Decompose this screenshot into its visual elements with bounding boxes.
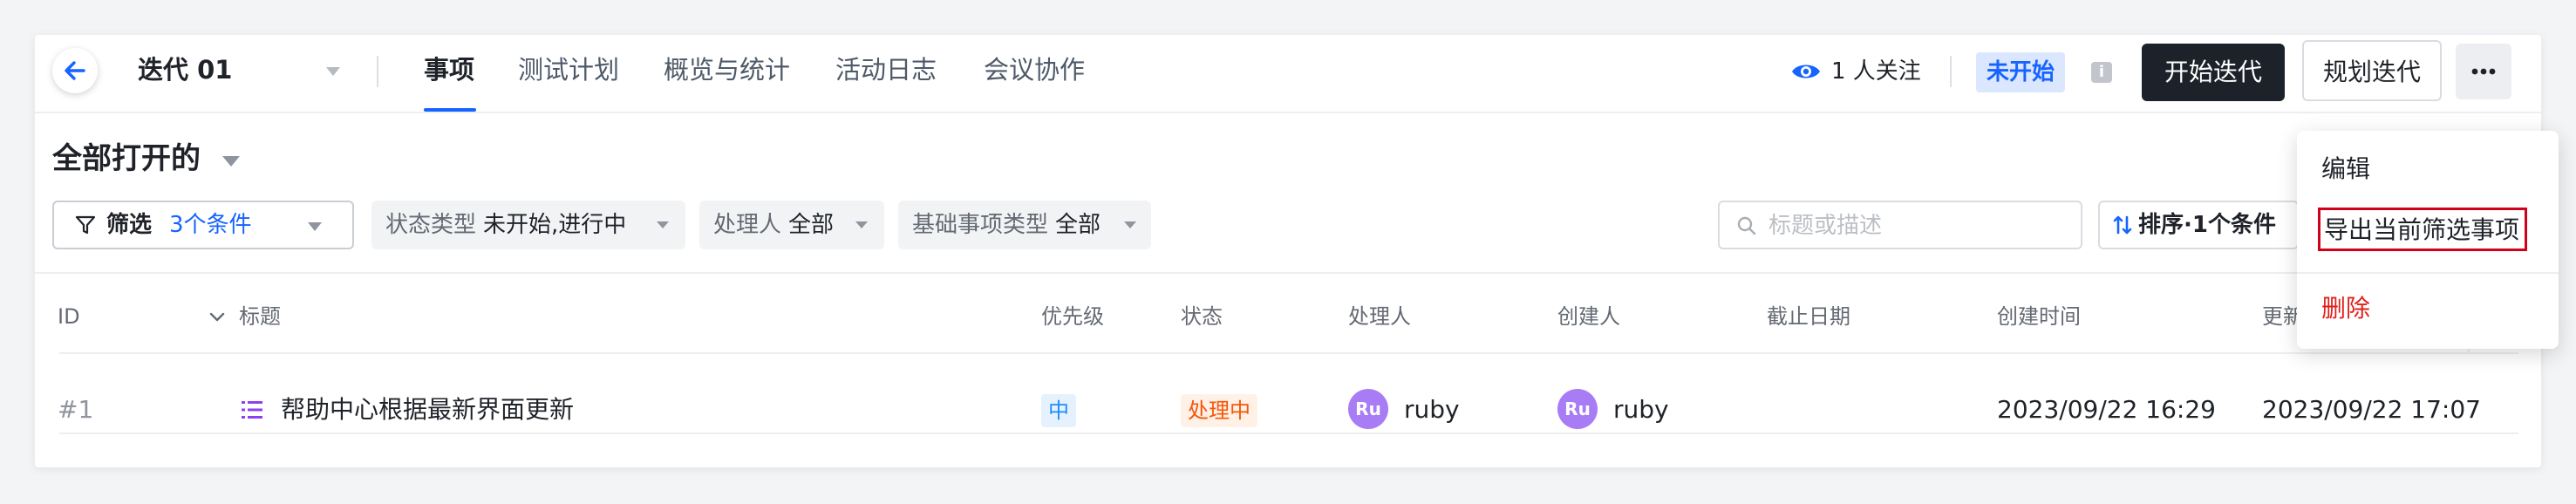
created-time: 2023/09/22 16:29 (1997, 395, 2216, 424)
watch-button[interactable]: 1 人关注 (1791, 54, 1921, 89)
column-header-state[interactable]: 状态 (1181, 302, 1223, 331)
divider (377, 56, 378, 87)
filter-dropdown[interactable]: 筛选 3个条件 (52, 201, 354, 249)
arrow-left-icon (65, 61, 85, 80)
top-bar: 迭代 01 事项 测试计划 概览与统计 活动日志 会议协作 1 人关注 未开始 … (35, 35, 2541, 113)
menu-divider (2297, 272, 2559, 274)
tab-overview-stats[interactable]: 概览与统计 (664, 51, 790, 89)
caret-down-icon (855, 221, 868, 228)
chip-key: 状态类型 (385, 212, 477, 238)
chip-value: 未开始,进行中 (483, 212, 627, 238)
chip-key: 处理人 (713, 212, 782, 238)
chevron-down-icon[interactable] (209, 312, 225, 323)
menu-item-delete[interactable]: 删除 (2321, 291, 2370, 326)
row-title-link[interactable]: 帮助中心根据最新界面更新 (281, 392, 574, 427)
state-tag[interactable]: 处理中 (1181, 394, 1257, 427)
start-iteration-button[interactable]: 开始迭代 (2142, 44, 2285, 101)
chip-value: 全部 (788, 212, 835, 238)
column-header-assignee[interactable]: 处理人 (1348, 302, 1411, 331)
chip-value: 全部 (1055, 212, 1101, 238)
filter-count: 3个条件 (169, 212, 252, 238)
more-button[interactable] (2456, 44, 2511, 99)
creator-name: ruby (1613, 395, 1669, 424)
sort-label: 排序·1个条件 (2138, 212, 2276, 238)
column-header-creator[interactable]: 创建人 (1557, 302, 1620, 331)
sort-icon (2113, 215, 2132, 235)
chip-key: 基础事项类型 (912, 212, 1049, 238)
menu-item-export[interactable]: 导出当前筛选事项 (2318, 208, 2527, 251)
caret-down-icon[interactable] (325, 66, 341, 77)
info-icon[interactable]: i (2091, 62, 2112, 83)
watchers-count: 1 人关注 (1831, 58, 1921, 85)
caret-down-icon (657, 221, 669, 228)
column-header-priority[interactable]: 优先级 (1041, 302, 1104, 331)
sort-button[interactable]: 排序·1个条件 (2098, 201, 2299, 249)
updated-time: 2023/09/22 17:07 (2262, 395, 2481, 424)
iteration-title[interactable]: 迭代 01 (138, 52, 232, 87)
avatar: Ru (1557, 389, 1598, 429)
divider (1950, 56, 1952, 87)
filter-chip-status-type[interactable]: 状态类型 未开始,进行中 (371, 201, 685, 249)
section-divider (35, 272, 2541, 274)
column-header-title[interactable]: 标题 (239, 302, 281, 331)
back-button[interactable] (52, 48, 98, 93)
tab-activity-log[interactable]: 活动日志 (835, 51, 937, 89)
status-badge: 未开始 (1976, 52, 2066, 92)
view-title[interactable]: 全部打开的 (52, 138, 201, 180)
search-box[interactable] (1718, 201, 2082, 249)
avatar: Ru (1348, 389, 1388, 429)
iteration-panel: 迭代 01 事项 测试计划 概览与统计 活动日志 会议协作 1 人关注 未开始 … (35, 35, 2559, 467)
row-divider (59, 432, 2518, 434)
column-header-due-date[interactable]: 截止日期 (1767, 302, 1850, 331)
more-actions-menu: 编辑 导出当前筛选事项 删除 (2297, 131, 2559, 349)
plan-iteration-button[interactable]: 规划迭代 (2302, 40, 2442, 101)
active-tab-indicator (424, 108, 476, 112)
tab-meeting[interactable]: 会议协作 (984, 51, 1085, 89)
filter-label: 筛选 (106, 212, 153, 238)
caret-down-icon[interactable] (221, 155, 241, 167)
eye-icon (1792, 65, 1820, 78)
search-icon (1737, 216, 1756, 235)
filter-icon (75, 215, 96, 235)
list-icon (242, 401, 262, 419)
priority-tag[interactable]: 中 (1041, 394, 1076, 427)
row-id: #1 (58, 395, 94, 424)
search-input[interactable] (1767, 209, 2067, 242)
caret-down-icon (1124, 221, 1136, 228)
column-header-created[interactable]: 创建时间 (1997, 302, 2081, 331)
more-horizontal-icon (2471, 68, 2496, 75)
menu-item-edit[interactable]: 编辑 (2321, 152, 2370, 187)
column-header-id[interactable]: ID (58, 302, 80, 331)
caret-down-icon (308, 222, 322, 231)
header-divider (59, 352, 2518, 354)
tab-items[interactable]: 事项 (424, 51, 474, 89)
assignee-name[interactable]: ruby (1404, 392, 1460, 427)
filter-chip-assignee[interactable]: 处理人 全部 (699, 201, 884, 249)
filter-chip-base-type[interactable]: 基础事项类型 全部 (898, 201, 1151, 249)
tab-test-plan[interactable]: 测试计划 (518, 51, 619, 89)
